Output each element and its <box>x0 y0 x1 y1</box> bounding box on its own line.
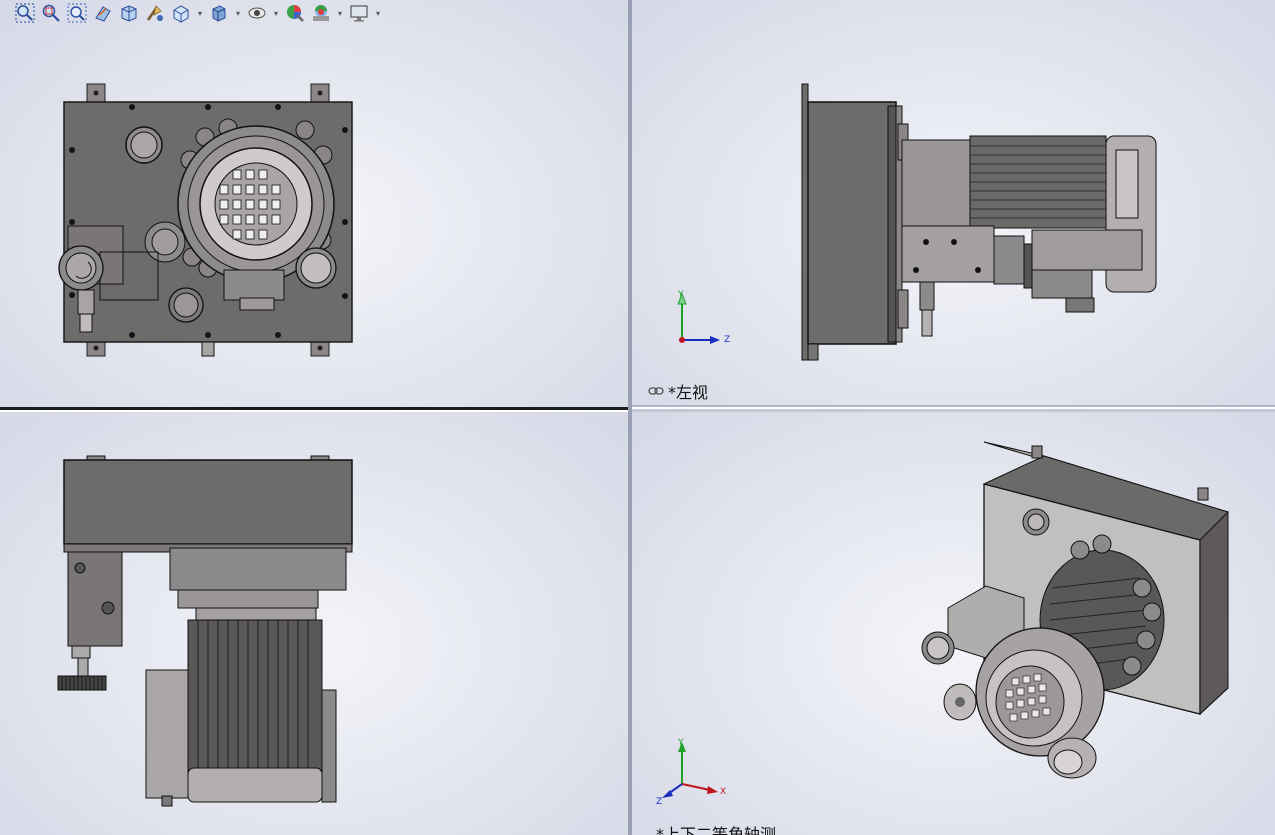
view-orientation-label: *上下二等角轴测 <box>656 821 776 835</box>
svg-text:X: X <box>720 787 726 797</box>
left-view-label: *左视 <box>668 383 709 402</box>
iso-view-label: *上下二等角轴测 <box>656 825 777 835</box>
isometric-viewport[interactable]: Y X Z *上下二等角轴测 <box>632 412 1275 835</box>
viewport-splitter-vertical[interactable] <box>628 0 632 835</box>
viewport-splitter-horizontal[interactable] <box>0 407 628 410</box>
left-viewport[interactable]: Y Z *左视 <box>632 0 1275 407</box>
viewport-splitter-horizontal-right[interactable] <box>632 409 1275 412</box>
top-view-model[interactable] <box>0 412 628 835</box>
link-views-icon[interactable] <box>648 386 664 396</box>
front-view-model[interactable] <box>0 0 628 407</box>
svg-text:Z: Z <box>724 335 730 345</box>
svg-text:Y: Y <box>677 738 684 748</box>
coordinate-triad: Y X Z <box>656 738 726 806</box>
svg-text:Z: Z <box>656 797 662 806</box>
coordinate-triad: Y Z <box>677 290 730 345</box>
svg-text:Y: Y <box>677 290 684 300</box>
top-viewport[interactable] <box>0 412 628 835</box>
view-orientation-label: *左视 <box>648 379 708 403</box>
front-viewport[interactable]: ▾ ▾ ▾ ▾ ▾ <box>0 0 628 407</box>
